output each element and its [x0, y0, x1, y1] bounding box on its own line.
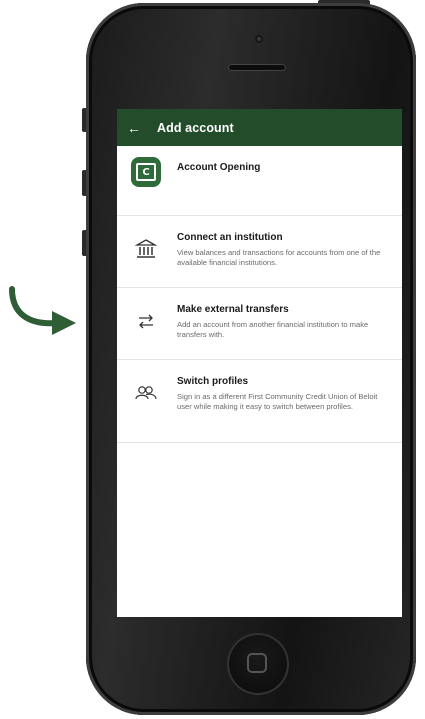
list-item-switch-profiles[interactable]: Switch profiles Sign in as a different F…: [117, 360, 402, 443]
app-header: ← Add account: [117, 109, 402, 146]
item-description: Add an account from another financial in…: [177, 320, 369, 339]
item-description: View balances and transactions for accou…: [177, 248, 381, 267]
list-item-external-transfers[interactable]: Make external transfers Add an account f…: [117, 288, 402, 360]
bank-institution-icon: [135, 239, 157, 258]
item-title: Make external transfers: [177, 304, 289, 315]
credit-union-logo-icon: C: [131, 157, 161, 187]
item-title: Switch profiles: [177, 376, 249, 387]
list-item-account-opening[interactable]: C Account Opening: [117, 146, 402, 216]
home-button[interactable]: [227, 633, 289, 695]
earpiece-speaker: [228, 64, 286, 71]
item-title: Connect an institution: [177, 232, 283, 243]
app-screen: ← Add account C Account Opening Connect …: [117, 109, 402, 617]
page-title: Add account: [157, 120, 234, 135]
home-square-icon: [247, 653, 267, 673]
list-item-connect-institution[interactable]: Connect an institution View balances and…: [117, 216, 402, 288]
arrow-left-icon[interactable]: ←: [119, 120, 149, 136]
item-description: Sign in as a different First Community C…: [177, 392, 378, 411]
users-icon: [135, 386, 157, 400]
transfer-arrows-icon: [139, 314, 153, 329]
item-title: Account Opening: [177, 162, 261, 173]
curved-arrow-icon: [9, 286, 76, 335]
front-camera: [255, 35, 263, 43]
